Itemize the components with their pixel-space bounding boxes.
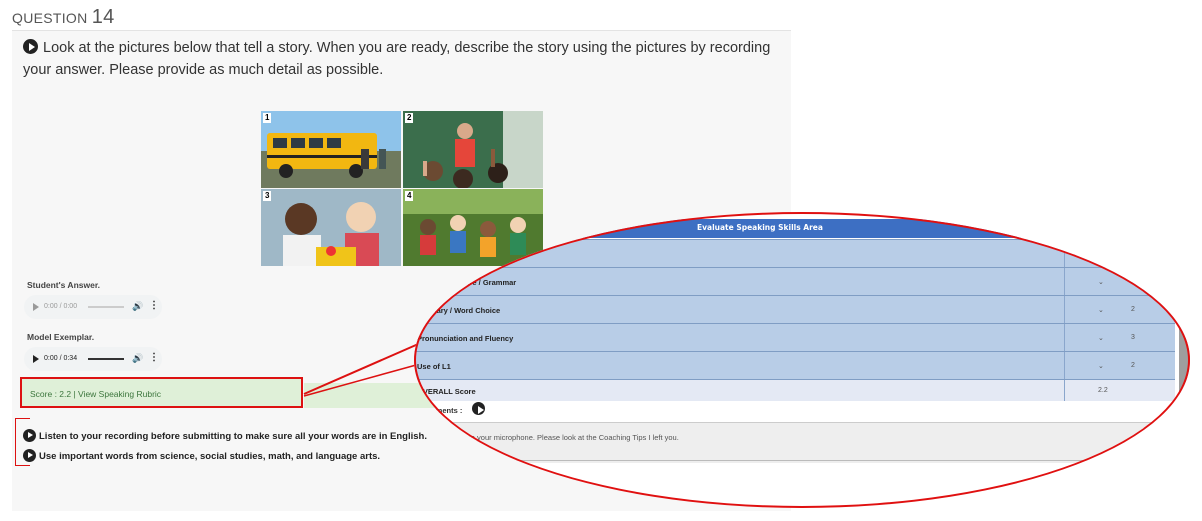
rubric-value-cell[interactable]: 3 ⌄	[1064, 324, 1176, 351]
rubric-value-select[interactable]: 2 ⌄	[1098, 362, 1135, 370]
rubric-row: ntence Structure / Grammar 2 ⌄	[414, 267, 1175, 295]
rubric-row: cabulary / Word Choice 2 ⌄	[414, 295, 1175, 323]
rubric-row: Pronunciation and Fluency 3 ⌄	[414, 323, 1175, 351]
rubric-title: Evaluate Speaking Skills Area	[697, 223, 823, 232]
rubric-value-select[interactable]: 2 ⌄	[1098, 278, 1135, 286]
rubric-value-cell[interactable]: 2 ⌄	[1064, 268, 1176, 295]
rubric-value-cell	[1064, 240, 1176, 268]
rubric-zoom-callout: Evaluate Speaking Skills Area ntence Str…	[414, 212, 1190, 508]
rubric-header-blank-row	[414, 239, 1175, 268]
play-comment-icon[interactable]	[472, 402, 486, 415]
teacher-comment-text: spoke clearly into your microphone. Plea…	[417, 433, 679, 442]
rubric-value-cell[interactable]: 2 ⌄	[1064, 352, 1176, 379]
comments-label: r Comments :	[414, 402, 490, 415]
rubric-header: Evaluate Speaking Skills Area	[414, 219, 1190, 238]
scrollbar[interactable]	[1179, 312, 1190, 402]
rubric-value-select[interactable]: 2 ⌄	[1098, 306, 1135, 314]
rubric-overall-value: 2.2	[1098, 387, 1108, 394]
rubric-overall-cell: 2.2	[1064, 380, 1176, 401]
rubric-overall-row: OVERALL Score 2.2	[414, 379, 1175, 401]
rubric-row-name: Pronunciation and Fluency	[417, 334, 514, 343]
average-note: mple average	[499, 468, 530, 474]
rubric-value-cell[interactable]: 2 ⌄	[1064, 296, 1176, 323]
teacher-comment-box: spoke clearly into your microphone. Plea…	[414, 422, 1175, 463]
rubric-value-select[interactable]: 3 ⌄	[1098, 334, 1135, 342]
rubric-row-name: cabulary / Word Choice	[417, 306, 501, 315]
divider	[474, 460, 1174, 461]
rubric-overall-name: OVERALL Score	[417, 387, 476, 396]
rubric-row: Use of L1 2 ⌄	[414, 351, 1175, 379]
rubric-row-name: ntence Structure / Grammar	[417, 278, 517, 287]
rubric-row-name: Use of L1	[417, 362, 451, 371]
